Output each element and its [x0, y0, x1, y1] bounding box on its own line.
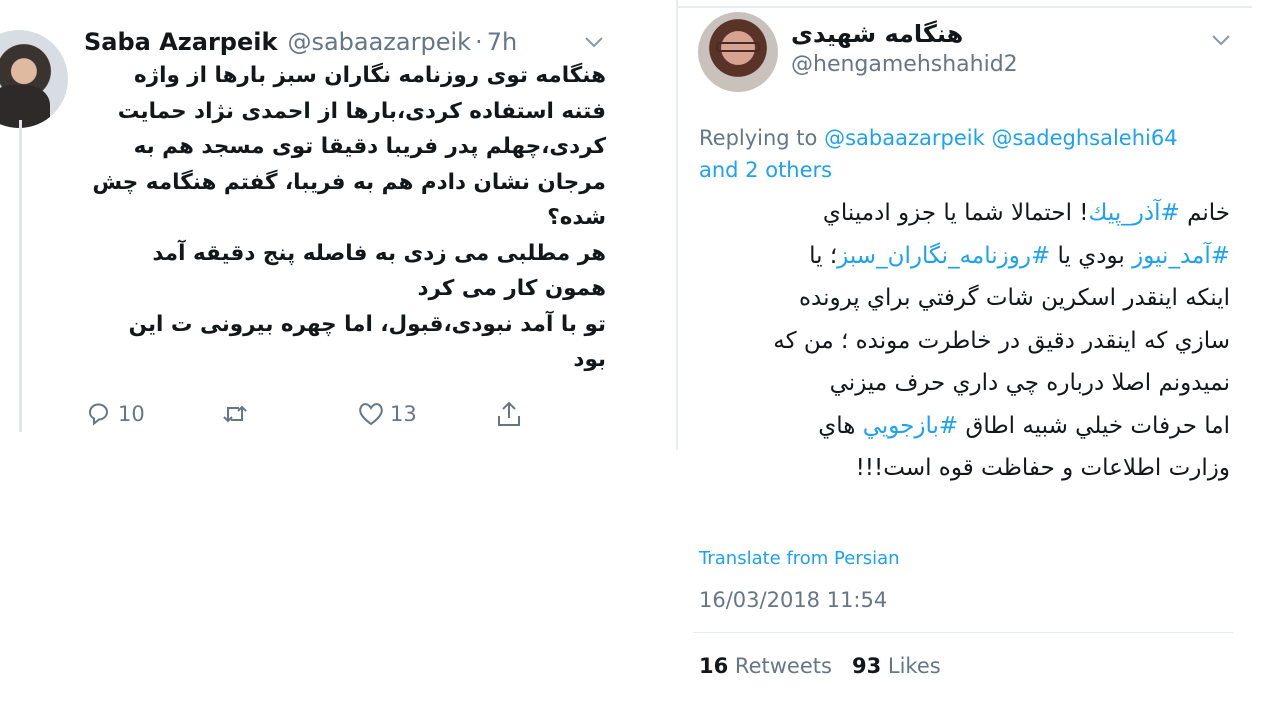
chevron-down-icon[interactable] — [582, 32, 606, 52]
tweet-text-line: سازي كه اينقدر دقيق در خاطرت مونده ؛ من … — [773, 327, 1230, 354]
text-span: خانم — [1187, 200, 1230, 226]
user-handle[interactable]: @sabaazarpeik — [287, 28, 471, 56]
divider — [676, 0, 678, 450]
share-icon — [498, 401, 520, 426]
tweet-stats: 16 Retweets 93 Likes — [699, 654, 941, 678]
likes-label: Likes — [887, 654, 941, 678]
tweet-text: خانم #آذر_پيك! احتمالا شما يا جزو ادمینا… — [712, 192, 1230, 490]
tweet-text-line: هنگامه توی روزنامه نگاران سبز بارها از و… — [134, 63, 606, 88]
tweet-text-line: نميدونم اصلا درباره چي داري حرف ميزني — [829, 370, 1230, 396]
tweet-time[interactable]: 7h — [487, 28, 517, 56]
retweets-count: 16 — [699, 654, 729, 678]
divider — [676, 6, 1252, 8]
tweet-text-line: شده؟ — [547, 205, 606, 230]
tweet-header: Saba Azarpeik @sabaazarpeik · 7h — [84, 27, 517, 57]
divider — [693, 632, 1233, 633]
avatar[interactable] — [698, 12, 778, 92]
likes-stat[interactable]: 93 Likes — [852, 654, 941, 678]
thread-line — [19, 120, 22, 432]
tweet-text-line: وزارت اطلاعات و حفاظت قوه است!!! — [855, 455, 1230, 481]
tweet-text-line: هر مطلبی می زدی به فاصله پنج دقیقه آمد — [152, 240, 606, 266]
tweet-text-line: خانم #آذر_پيك! احتمالا شما يا جزو ادمینا… — [712, 192, 1230, 235]
retweets-stat[interactable]: 16 Retweets — [699, 654, 832, 678]
mention-link[interactable]: @sadeghsalehi64 — [991, 126, 1177, 150]
hashtag-link[interactable]: #آمد_نيوز — [1132, 243, 1230, 269]
reply-icon — [89, 403, 108, 426]
left-tweet: Saba Azarpeik @sabaazarpeik · 7h هنگامه … — [0, 0, 640, 708]
hashtag-link[interactable]: #روزنامه_نگاران_سبز — [837, 243, 1050, 269]
avatar[interactable] — [0, 30, 68, 128]
heart-icon — [359, 403, 383, 426]
hashtag-link[interactable]: #بازجويي — [863, 413, 958, 439]
text-span: اما حرفات خيلي شبيه اطاق — [958, 412, 1230, 439]
reply-count: 10 — [118, 402, 145, 426]
replying-to: Replying to @sabaazarpeik @sadeghsalehi6… — [699, 122, 1239, 186]
text-span: بودي يا — [1050, 242, 1133, 269]
like-count: 13 — [390, 402, 417, 426]
reply-button[interactable]: 10 — [84, 396, 145, 432]
user-handle[interactable]: @hengamehshahid2 — [791, 52, 1018, 77]
right-tweet: هنگامه شهیدی @hengamehshahid2 Replying t… — [676, 0, 1256, 708]
replying-label: Replying to — [699, 126, 818, 150]
share-button[interactable] — [494, 396, 524, 432]
tweet-text-line: تو با آمد نبودی،قبول، اما چهره بیرونی ت … — [128, 311, 606, 337]
tweet-text-line: همون کار می کرد — [417, 276, 606, 301]
tweet-text: هنگامه توی روزنامه نگاران سبز بارها از و… — [78, 58, 606, 378]
retweet-icon — [223, 405, 247, 423]
translate-link[interactable]: Translate from Persian — [699, 548, 900, 569]
retweet-button[interactable] — [220, 396, 250, 432]
text-span: ! احتمالا شما يا جزو ادمیناي — [822, 200, 1089, 226]
text-span: هاي — [818, 412, 863, 439]
others-link[interactable]: and 2 others — [699, 158, 832, 182]
tweet-actions: 10 13 — [84, 396, 544, 432]
tweet-text-line: بود — [573, 347, 606, 372]
like-button[interactable]: 13 — [356, 396, 417, 432]
text-span: ؛ يا — [809, 242, 838, 269]
likes-count: 93 — [851, 654, 882, 678]
display-name[interactable]: هنگامه شهیدی — [791, 20, 963, 48]
separator-dot: · — [475, 28, 483, 56]
tweet-text-line: مرجان نشان دادم هم به فریبا، گفتم هنگامه… — [92, 169, 606, 195]
hashtag-link[interactable]: #آذر_پيك — [1089, 200, 1180, 226]
retweets-label: Retweets — [734, 654, 832, 678]
tweet-text-line: فتنه استفاده کردی،بارها از احمدی نژاد حم… — [117, 98, 606, 124]
tweet-text-line: اما حرفات خيلي شبيه اطاق #بازجويي هاي — [712, 405, 1230, 448]
tweet-timestamp[interactable]: 16/03/2018 11:54 — [699, 588, 887, 612]
tweet-text-line: #آمد_نيوز بودي يا #روزنامه_نگاران_سبز؛ ي… — [712, 235, 1230, 278]
chevron-down-icon[interactable] — [1209, 30, 1233, 50]
mention-link[interactable]: @sabaazarpeik — [824, 126, 985, 150]
display-name[interactable]: Saba Azarpeik — [84, 28, 277, 56]
tweet-text-line: کردی،چهلم پدر فریبا دقیقا توی مسجد هم به — [133, 134, 606, 159]
tweet-text-line: اينكه اينقدر اسكرين شات گرفتي براي پروند… — [798, 285, 1230, 311]
